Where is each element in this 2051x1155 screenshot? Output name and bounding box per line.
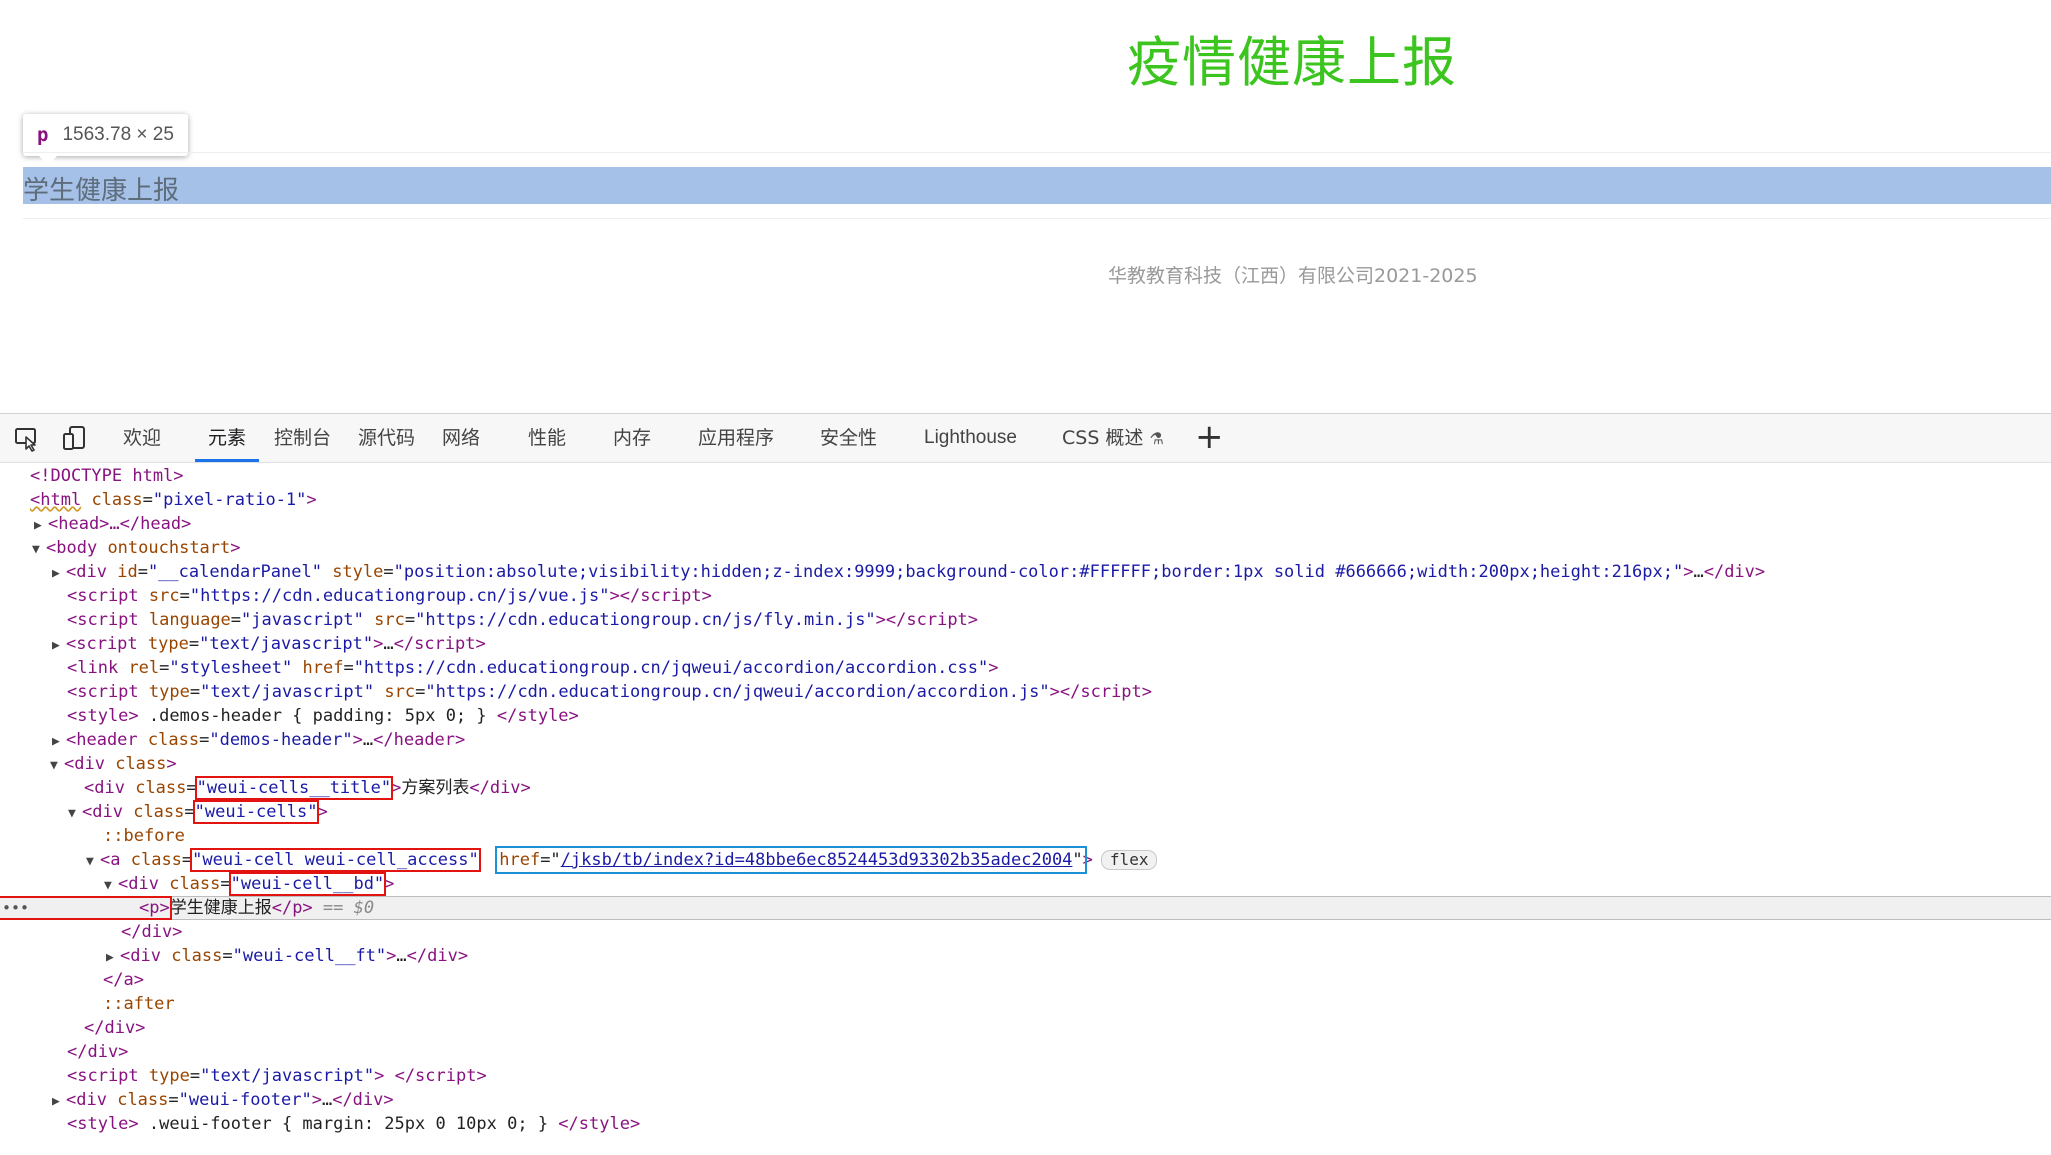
tab-security[interactable]: 安全性 [820, 414, 877, 460]
flask-icon: ⚗ [1149, 429, 1164, 448]
expand-triangle-icon[interactable]: ▶ [0, 562, 66, 586]
expand-triangle-icon[interactable]: ▶ [0, 730, 66, 754]
tab-network[interactable]: 网络 [442, 414, 480, 460]
attr-value: "https://cdn.educationgroup.cn/js/vue.js… [189, 586, 610, 606]
doctype-node: <!DOCTYPE html> [30, 466, 184, 486]
collapse-triangle-icon[interactable]: ▼ [0, 802, 82, 826]
tab-css-overview-label: CSS 概述 [1062, 427, 1144, 449]
inspect-element-icon[interactable] [13, 424, 41, 452]
highlighted-class-value: "weui-cell weui-cell_access" [190, 848, 481, 872]
tooltip-dimensions: 1563.78 × 25 [62, 124, 174, 145]
attr-value: "__calendarPanel" [147, 562, 322, 582]
expand-triangle-icon[interactable]: ▶ [0, 946, 120, 970]
tree-line[interactable]: <div class="weui-cells__title">方案列表</div… [0, 776, 2051, 800]
tree-line[interactable]: </div> [0, 920, 2051, 944]
attr-value: "pixel-ratio-1" [152, 490, 307, 510]
tree-line[interactable]: ▶ <script type="text/javascript">…</scrip… [0, 632, 2051, 656]
pseudo-before: ::before [103, 826, 185, 846]
tree-line[interactable]: ::after [0, 992, 2051, 1016]
highlighted-class-value: "weui-cell__bd" [228, 872, 387, 896]
tree-line[interactable]: ▶ <div class="weui-footer">…</div> [0, 1088, 2051, 1112]
tab-elements[interactable]: 元素 [195, 414, 260, 462]
tree-line[interactable]: ▶ <head>…</head> [0, 512, 2051, 536]
tab-console[interactable]: 控制台 [274, 414, 331, 460]
attr-value: "https://cdn.educationgroup.cn/jqweui/ac… [425, 682, 1050, 702]
inspect-tooltip: p 1563.78 × 25 [23, 114, 188, 165]
tree-line[interactable]: <!DOCTYPE html> [0, 464, 2051, 488]
tree-line[interactable]: <style> .demos-header { padding: 5px 0; … [0, 704, 2051, 728]
style-content: .demos-header { padding: 5px 0; } [138, 706, 497, 726]
head-node: <head>…</head> [48, 514, 192, 534]
expand-triangle-icon[interactable]: ▶ [0, 1090, 66, 1114]
tree-line[interactable]: <script src="https://cdn.educationgroup.… [0, 584, 2051, 608]
selected-marker: == $0 [322, 898, 375, 918]
dom-tree: <!DOCTYPE html> <html class="pixel-ratio… [0, 462, 2051, 1155]
href-link[interactable]: /jksb/tb/index?id=48bbe6ec8524453d93302b… [561, 850, 1073, 870]
expand-triangle-icon[interactable]: ▶ [0, 634, 66, 658]
tree-line[interactable]: <html class="pixel-ratio-1"> [0, 488, 2051, 512]
device-emulation-icon[interactable] [61, 424, 89, 452]
tree-line[interactable]: </div> [0, 1040, 2051, 1064]
tooltip-tag: p [37, 124, 49, 146]
attr-value: "https://cdn.educationgroup.cn/js/fly.mi… [415, 610, 876, 630]
collapse-triangle-icon[interactable]: ▼ [0, 874, 118, 898]
tree-line[interactable]: <script type="text/javascript" src="http… [0, 680, 2051, 704]
tab-memory[interactable]: 内存 [613, 414, 651, 460]
tree-line[interactable]: <script language="javascript" src="https… [0, 608, 2051, 632]
tab-css-overview[interactable]: CSS 概述 ⚗ [1062, 414, 1164, 460]
tab-lighthouse[interactable]: Lighthouse [924, 414, 1017, 460]
page-footer: 华教教育科技（江西）有限公司2021-2025 [1108, 265, 1478, 287]
collapse-triangle-icon[interactable]: ▼ [0, 538, 46, 562]
flex-badge[interactable]: flex [1100, 850, 1158, 870]
highlighted-href-attribute: href="/jksb/tb/index?id=48bbe6ec8524453d… [495, 846, 1087, 874]
html-open-tag: <html [30, 490, 82, 510]
p-text: 学生健康上报 [169, 898, 272, 918]
tree-line-selected[interactable]: ••• <p>学生健康上报</p> == $0 [0, 896, 2051, 920]
pseudo-after: ::after [103, 994, 175, 1014]
tree-line[interactable]: <script type="text/javascript"> </script… [0, 1064, 2051, 1088]
tree-line[interactable]: <style> .weui-footer { margin: 25px 0 10… [0, 1112, 2051, 1136]
tab-performance[interactable]: 性能 [528, 414, 566, 460]
collapse-triangle-icon[interactable]: ▼ [0, 754, 64, 778]
body-open-tag: <body [46, 538, 98, 558]
tree-line[interactable]: ▼ <div class> [0, 752, 2051, 776]
add-tab-icon[interactable]: + [1195, 418, 1224, 456]
tree-line[interactable]: </a> [0, 968, 2051, 992]
tab-sources[interactable]: 源代码 [358, 414, 415, 460]
highlighted-class-value: "weui-cells" [192, 800, 320, 824]
divider [23, 152, 2051, 153]
attr-name: class [91, 490, 143, 510]
tree-line[interactable]: <link rel="stylesheet" href="https://cdn… [0, 656, 2051, 680]
tree-line[interactable]: ▼ <div class="weui-cells"> [0, 800, 2051, 824]
attr-name: ontouchstart [107, 538, 231, 558]
tree-line[interactable]: ▼ <div class="weui-cell__bd"> [0, 872, 2051, 896]
tree-line[interactable]: ▶ <div class="weui-cell__ft">…</div> [0, 944, 2051, 968]
tree-line[interactable]: ▼ <body ontouchstart> [0, 536, 2051, 560]
tab-welcome[interactable]: 欢迎 [123, 414, 161, 460]
style-content: .weui-footer { margin: 25px 0 10px 0; } [138, 1114, 559, 1134]
divider [23, 218, 2051, 219]
expand-triangle-icon[interactable]: ▶ [0, 514, 48, 538]
highlighted-class-value: "weui-cells__title" [194, 776, 394, 800]
tree-line[interactable]: </div> [0, 1016, 2051, 1040]
page-viewport: 疫情健康上报 p 1563.78 × 25 学生健康上报 华教教育科技（江西）有… [0, 0, 2051, 413]
page-title: 疫情健康上报 [1127, 31, 1457, 94]
tree-line[interactable]: ▶ <header class="demos-header">…</header> [0, 728, 2051, 752]
tree-line[interactable]: ▶ <div id="__calendarPanel" style="positi… [0, 560, 2051, 584]
tree-line[interactable]: ::before [0, 824, 2051, 848]
inspected-element-highlight [23, 167, 2051, 204]
tab-application[interactable]: 应用程序 [698, 414, 774, 460]
devtools-panel: 欢迎 元素 控制台 源代码 网络 性能 内存 应用程序 安全性 Lighthou… [0, 413, 2051, 1155]
attr-value: "https://cdn.educationgroup.cn/jqweui/ac… [353, 658, 989, 678]
attr-value: "position:absolute;visibility:hidden;z-i… [393, 562, 1684, 582]
devtools-toolbar: 欢迎 元素 控制台 源代码 网络 性能 内存 应用程序 安全性 Lighthou… [0, 414, 2051, 463]
more-options-icon[interactable]: ••• [2, 897, 29, 919]
tree-line[interactable]: ▼ <a class="weui-cell weui-cell_access" h… [0, 846, 2051, 874]
tooltip-arrow [39, 156, 57, 165]
collapse-triangle-icon[interactable]: ▼ [0, 850, 100, 874]
student-health-report-link[interactable]: 学生健康上报 [23, 170, 179, 207]
